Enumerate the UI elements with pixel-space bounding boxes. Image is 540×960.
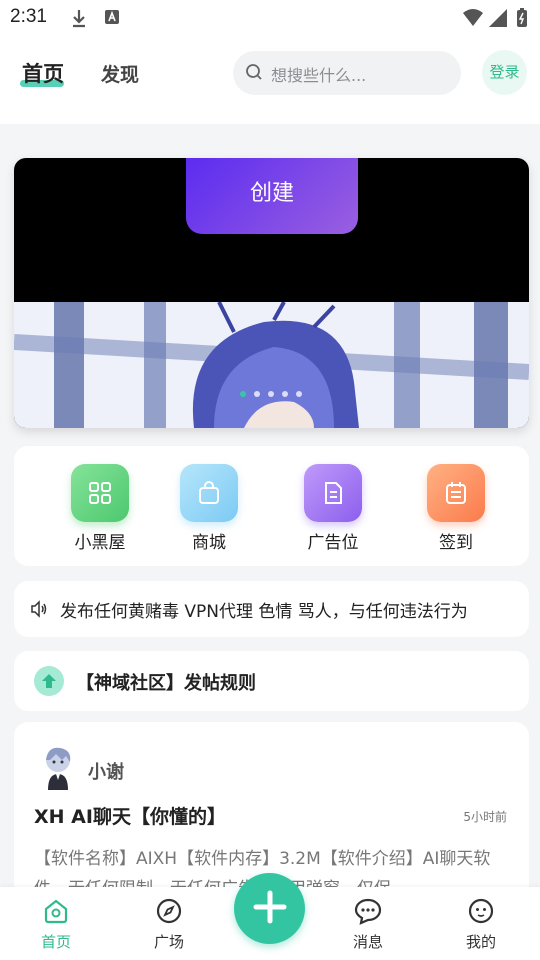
carousel-dot <box>254 391 260 397</box>
banner-create-button[interactable]: 创建 <box>186 158 358 234</box>
nav-label: 首页 <box>40 933 71 951</box>
download-icon <box>70 8 88 32</box>
login-button[interactable]: 登录 <box>482 50 527 95</box>
search-input[interactable]: 想搜些什么... <box>233 51 461 95</box>
home-icon <box>42 899 70 929</box>
quick-action-label: 签到 <box>439 533 473 553</box>
signal-icon <box>488 8 508 32</box>
search-placeholder: 想搜些什么... <box>271 66 367 85</box>
notice-text: 发布任何黄赌毒 VPN代理 色情 骂人，与任何违法行为 <box>60 602 468 622</box>
status-time: 2:31 <box>10 6 47 27</box>
notice-bar[interactable]: 发布任何黄赌毒 VPN代理 色情 骂人，与任何违法行为 <box>14 581 529 637</box>
search-icon <box>245 63 263 85</box>
profile-icon <box>467 898 495 929</box>
nav-profile[interactable]: 我的 <box>451 897 511 952</box>
carousel-dot <box>296 391 302 397</box>
speaker-icon <box>30 600 48 622</box>
quick-action-label: 小黑屋 <box>74 533 126 553</box>
tab-discover[interactable]: 发现 <box>101 60 139 87</box>
quick-action-label: 商城 <box>192 533 226 553</box>
carousel-dot <box>282 391 288 397</box>
nav-label: 广场 <box>153 933 184 951</box>
arrow-up-icon <box>34 666 64 696</box>
rules-entry[interactable]: 【神域社区】发帖规则 <box>14 651 529 711</box>
post-author[interactable]: 小谢 <box>88 758 124 784</box>
rules-title: 【神域社区】发帖规则 <box>76 673 256 694</box>
nav-messages[interactable]: 消息 <box>338 897 398 952</box>
carousel-dot <box>268 391 274 397</box>
carousel-dot <box>240 391 246 397</box>
bag-icon <box>180 464 238 522</box>
quick-action-ad-slot[interactable]: 广告位 <box>293 464 373 553</box>
banner-illustration <box>14 302 529 428</box>
quick-action-shop[interactable]: 商城 <box>169 464 249 553</box>
status-bar: 2:31 <box>0 0 540 36</box>
nav-home[interactable]: 首页 <box>26 897 86 952</box>
wifi-icon <box>462 8 484 32</box>
create-post-button[interactable] <box>234 873 305 944</box>
avatar <box>46 747 71 790</box>
quick-action-blacklist[interactable]: 小黑屋 <box>60 464 140 553</box>
nav-label: 消息 <box>352 933 383 951</box>
nav-square[interactable]: 广场 <box>139 897 199 952</box>
post-title[interactable]: XH AI聊天【你懂的】 <box>34 802 226 829</box>
carousel-indicator <box>240 391 302 397</box>
battery-icon <box>516 8 528 32</box>
chat-icon <box>354 898 382 929</box>
quick-actions: 小黑屋 商城 广告位 签到 <box>14 446 529 566</box>
banner-carousel[interactable]: 创建 <box>14 158 529 428</box>
quick-action-label: 广告位 <box>307 533 359 553</box>
app-notification-icon <box>104 8 120 30</box>
plus-icon <box>251 888 289 930</box>
compass-icon <box>155 898 183 929</box>
calendar-icon <box>427 464 485 522</box>
header: 首页 发现 想搜些什么... 登录 <box>0 36 540 124</box>
document-icon <box>304 464 362 522</box>
post-time: 5小时前 <box>463 810 507 824</box>
tab-home[interactable]: 首页 <box>22 58 64 88</box>
nav-label: 我的 <box>465 933 496 951</box>
grid-icon <box>71 464 129 522</box>
quick-action-checkin[interactable]: 签到 <box>416 464 496 553</box>
